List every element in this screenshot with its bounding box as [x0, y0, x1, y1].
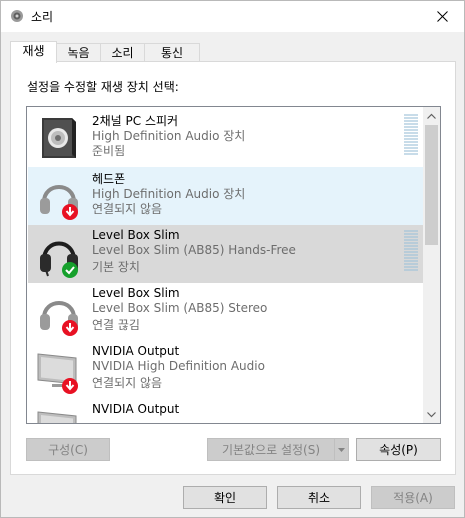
scroll-thumb[interactable]	[425, 125, 438, 245]
device-status: 연결되지 않음	[92, 376, 163, 390]
device-item[interactable]: 2채널 PC 스피커 High Definition Audio 장치 준비됨	[28, 109, 424, 167]
window-title: 소리	[31, 10, 54, 24]
speaker-device-icon	[42, 118, 76, 158]
apply-button[interactable]: 적용(A)	[371, 486, 455, 509]
default-check-badge-icon	[62, 262, 78, 278]
instruction-label: 설정을 수정할 재생 장치 선택:	[27, 80, 179, 94]
scroll-up-button[interactable]	[423, 107, 440, 124]
device-item[interactable]: NVIDIA Output NVIDIA High Definition Aud…	[28, 341, 424, 399]
headphones-icon	[40, 301, 78, 336]
device-status: 연결 끊김	[92, 318, 140, 332]
set-default-dropdown[interactable]	[334, 438, 349, 461]
tab-sounds[interactable]: 소리	[100, 43, 145, 61]
device-description: Level Box Slim (AB85) Stereo	[92, 301, 268, 315]
ok-button[interactable]: 확인	[183, 486, 267, 509]
device-name: Level Box Slim	[92, 286, 180, 300]
device-description: NVIDIA High Definition Audio	[92, 359, 265, 373]
device-item[interactable]: NVIDIA Output	[28, 399, 424, 423]
chevron-up-icon	[427, 113, 436, 119]
device-description: Level Box Slim (AB85) Hands-Free	[92, 243, 296, 257]
monitor-icon	[37, 353, 78, 394]
device-name: NVIDIA Output	[92, 402, 180, 416]
tab-playback[interactable]: 재생	[10, 41, 57, 63]
speaker-icon	[11, 10, 23, 22]
device-status: 기본 장치	[92, 260, 140, 274]
cancel-button[interactable]: 취소	[277, 486, 361, 509]
device-name: Level Box Slim	[92, 228, 180, 242]
properties-button[interactable]: 속성(P)	[356, 438, 441, 461]
set-default-button[interactable]: 기본값으로 설정(S)	[207, 438, 335, 461]
playback-panel: 설정을 수정할 재생 장치 선택: 2채널 PC 스피커 High Defini…	[10, 61, 456, 475]
monitor-icon	[37, 411, 77, 423]
sound-dialog: 소리 재생 녹음 소리 통신 설정을 수정할 재생 장치 선택: 2채널 PC …	[0, 0, 465, 518]
close-button[interactable]	[420, 1, 464, 32]
device-status: 연결되지 않음	[92, 202, 163, 216]
headphones-icon	[40, 185, 78, 220]
chevron-down-icon	[338, 447, 345, 452]
configure-button[interactable]: 구성(C)	[26, 438, 110, 461]
chevron-down-icon	[427, 411, 436, 417]
device-item[interactable]: 헤드폰 High Definition Audio 장치 연결되지 않음	[28, 167, 424, 225]
scroll-down-button[interactable]	[423, 406, 440, 423]
tab-communications[interactable]: 통신	[144, 43, 200, 61]
volume-meter	[404, 114, 418, 156]
device-item[interactable]: Level Box Slim Level Box Slim (AB85) Ste…	[28, 283, 424, 341]
headset-icon	[40, 241, 78, 278]
device-list[interactable]: 2채널 PC 스피커 High Definition Audio 장치 준비됨 …	[26, 106, 441, 424]
tab-recording[interactable]: 녹음	[56, 43, 101, 61]
device-list-scrollbar[interactable]	[423, 107, 440, 423]
title-bar[interactable]: 소리	[1, 1, 464, 32]
device-name: NVIDIA Output	[92, 344, 180, 358]
device-item-selected[interactable]: Level Box Slim Level Box Slim (AB85) Han…	[28, 225, 424, 283]
close-icon	[436, 11, 448, 22]
volume-meter	[404, 230, 418, 272]
device-status: 준비됨	[92, 144, 126, 158]
